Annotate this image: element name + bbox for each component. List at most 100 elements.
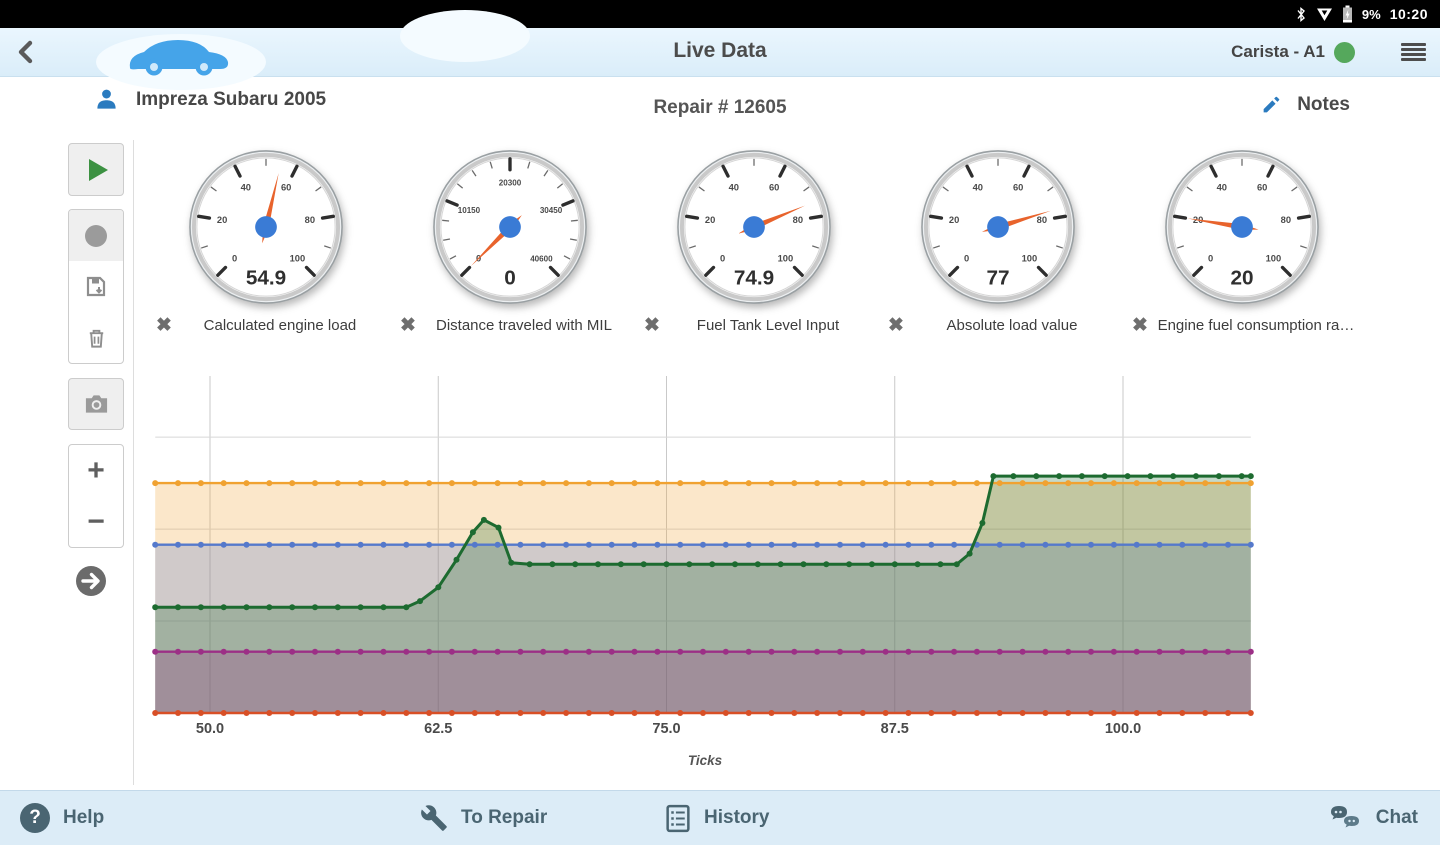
- pencil-icon: [1260, 95, 1281, 116]
- save-icon: [84, 275, 108, 299]
- help-button[interactable]: ? Help: [20, 791, 104, 845]
- zoom-out-button[interactable]: −: [69, 496, 123, 547]
- help-icon: ?: [20, 803, 50, 833]
- svg-text:0: 0: [1208, 253, 1213, 263]
- battery-percent: 9%: [1362, 7, 1381, 22]
- close-icon[interactable]: ✖: [1132, 316, 1148, 335]
- svg-text:80: 80: [305, 215, 315, 225]
- svg-text:40: 40: [729, 182, 739, 192]
- notes-button[interactable]: Notes: [1260, 94, 1350, 116]
- vpn-shield-icon: [1316, 7, 1333, 22]
- menu-icon[interactable]: [1401, 43, 1426, 62]
- gauge-dial-distance-with-mil: 0101502030030450406000: [431, 148, 589, 306]
- save-button[interactable]: [69, 261, 123, 312]
- svg-text:Ticks: Ticks: [688, 753, 723, 768]
- chat-button[interactable]: Chat: [1329, 791, 1418, 845]
- svg-text:60: 60: [1013, 182, 1023, 192]
- bottom-bar: ? Help To Repair History: [0, 790, 1440, 845]
- svg-text:60: 60: [769, 182, 779, 192]
- svg-text:20300: 20300: [499, 179, 522, 188]
- svg-text:100.0: 100.0: [1105, 721, 1141, 737]
- plus-icon: +: [87, 456, 105, 486]
- svg-text:20: 20: [217, 215, 227, 225]
- gauges-row: 0 20 40 60 80 100 54.9 ✖ Calculated engine loa…: [144, 148, 1364, 335]
- live-data-screen: 9% 10:20 Live Data Carista - A1: [0, 0, 1440, 845]
- screenshot-button[interactable]: [68, 378, 124, 430]
- close-icon[interactable]: ✖: [644, 316, 660, 335]
- svg-text:60: 60: [281, 182, 291, 192]
- svg-text:77: 77: [986, 266, 1009, 289]
- svg-text:80: 80: [1281, 215, 1291, 225]
- zoom-in-button[interactable]: +: [69, 445, 123, 496]
- carista-car-logo: [116, 30, 238, 81]
- bluetooth-icon: [1295, 6, 1307, 23]
- close-icon[interactable]: ✖: [400, 316, 416, 335]
- svg-text:75.0: 75.0: [652, 721, 680, 737]
- to-repair-label: To Repair: [461, 807, 547, 829]
- battery-charging-icon: [1342, 5, 1353, 23]
- camera-icon: [84, 393, 109, 415]
- gauge-label: Distance traveled with MIL: [416, 317, 632, 334]
- svg-text:80: 80: [1037, 215, 1047, 225]
- history-list-icon: [665, 804, 691, 833]
- chat-bubbles-icon: [1329, 803, 1363, 833]
- svg-text:40: 40: [1217, 182, 1227, 192]
- chat-label: Chat: [1376, 807, 1418, 829]
- delete-button[interactable]: [69, 312, 123, 363]
- device-name[interactable]: Carista - A1: [1231, 42, 1325, 62]
- to-repair-button[interactable]: To Repair: [420, 791, 547, 845]
- cloud-decoration: [400, 10, 530, 62]
- wrench-icon: [420, 804, 448, 832]
- minus-icon: −: [87, 507, 105, 537]
- gauge-dial-calculated-engine-load: 02040608010054.9: [187, 148, 345, 306]
- gauge-label: Fuel Tank Level Input: [660, 317, 876, 334]
- svg-text:100: 100: [1022, 253, 1038, 263]
- record-icon: [85, 225, 107, 247]
- live-data-toolbar: + −: [68, 143, 124, 603]
- close-icon[interactable]: ✖: [156, 316, 172, 335]
- session-info-row: Impreza Subaru 2005 Repair # 12605 Notes: [0, 88, 1440, 132]
- svg-text:60: 60: [1257, 182, 1267, 192]
- svg-text:0: 0: [964, 253, 969, 263]
- gauge-column: 02040608010077 ✖ Absolute load value: [876, 148, 1120, 335]
- pan-right-button[interactable]: [74, 564, 124, 603]
- gauge-label: Engine fuel consumption ra…: [1148, 317, 1364, 334]
- svg-text:87.5: 87.5: [881, 721, 909, 737]
- history-button[interactable]: History: [665, 791, 769, 845]
- svg-text:80: 80: [793, 215, 803, 225]
- svg-text:50.0: 50.0: [196, 721, 224, 737]
- connection-status-dot: [1334, 42, 1355, 63]
- svg-text:54.9: 54.9: [246, 266, 286, 289]
- svg-text:30450: 30450: [540, 206, 563, 215]
- close-icon[interactable]: ✖: [888, 316, 904, 335]
- live-data-chart[interactable]: 50.0 62.5 75.0 87.5 100.0 Ticks: [140, 372, 1280, 784]
- gauge-dial-absolute-load: 02040608010077: [919, 148, 1077, 306]
- gauge-column: 02040608010020 ✖ Engine fuel consumption…: [1120, 148, 1364, 335]
- trash-icon: [85, 326, 108, 350]
- record-button[interactable]: [69, 210, 123, 261]
- play-button[interactable]: [68, 143, 124, 196]
- svg-text:40600: 40600: [530, 254, 553, 263]
- back-button[interactable]: [12, 38, 40, 66]
- chevron-left-icon: [12, 38, 40, 66]
- svg-text:10150: 10150: [458, 206, 481, 215]
- svg-text:62.5: 62.5: [424, 721, 452, 737]
- gauge-column: 02040608010074.9 ✖ Fuel Tank Level Input: [632, 148, 876, 335]
- svg-text:20: 20: [1230, 266, 1253, 289]
- svg-text:100: 100: [1266, 253, 1282, 263]
- svg-text:20: 20: [949, 215, 959, 225]
- repair-number: Repair # 12605: [0, 97, 1440, 119]
- svg-text:100: 100: [778, 253, 794, 263]
- notes-label: Notes: [1297, 94, 1350, 116]
- play-icon: [89, 159, 108, 181]
- svg-text:40: 40: [241, 182, 251, 192]
- svg-text:0: 0: [720, 253, 725, 263]
- svg-text:0: 0: [232, 253, 237, 263]
- svg-text:74.9: 74.9: [734, 266, 774, 289]
- clock: 10:20: [1390, 6, 1428, 22]
- gauge-label: Calculated engine load: [172, 317, 388, 334]
- arrow-right-icon: [74, 564, 108, 598]
- android-status-bar: 9% 10:20: [0, 0, 1440, 28]
- toolbar-divider: [133, 140, 134, 785]
- gauge-label: Absolute load value: [904, 317, 1120, 334]
